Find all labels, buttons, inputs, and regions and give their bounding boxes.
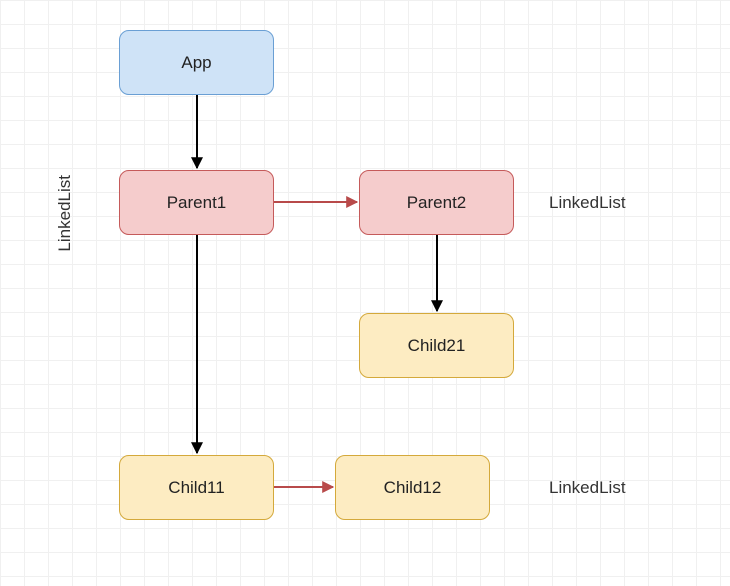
node-app[interactable]: App [119,30,274,95]
node-child11[interactable]: Child11 [119,455,274,520]
node-child21-label: Child21 [408,336,466,356]
node-parent1-label: Parent1 [167,193,227,213]
node-child12-label: Child12 [384,478,442,498]
node-child12[interactable]: Child12 [335,455,490,520]
node-app-label: App [181,53,211,73]
label-linkedlist-left: LinkedList [55,175,75,252]
label-linkedlist-right-2: LinkedList [549,478,626,498]
node-parent2-label: Parent2 [407,193,467,213]
node-child11-label: Child11 [168,478,224,498]
diagram-canvas: App Parent1 Parent2 Child21 Child11 Chil… [0,0,730,586]
node-parent2[interactable]: Parent2 [359,170,514,235]
label-linkedlist-right-1: LinkedList [549,193,626,213]
node-child21[interactable]: Child21 [359,313,514,378]
node-parent1[interactable]: Parent1 [119,170,274,235]
